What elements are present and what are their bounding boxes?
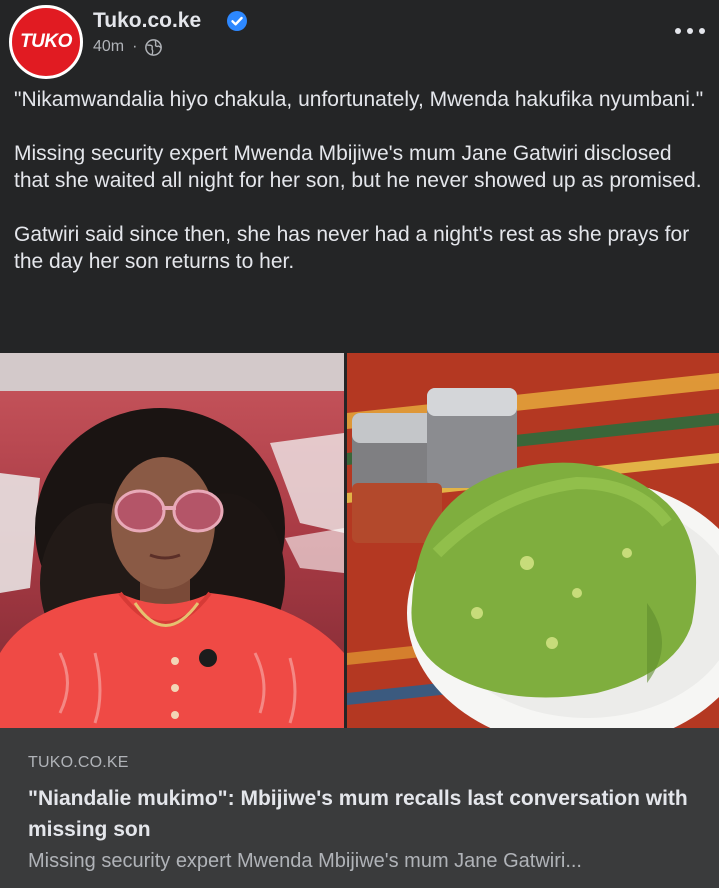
more-dot [699,28,705,34]
globe-icon[interactable] [145,38,163,56]
link-description: Missing security expert Mwenda Mbijiwe's… [28,850,582,872]
woman-portrait-image[interactable] [0,353,344,728]
post-images[interactable] [0,353,719,728]
post-timestamp[interactable]: 40m [93,38,124,56]
post-meta: 40m · [93,38,163,56]
post-paragraph: Gatwiri said since then, she has never h… [14,223,690,273]
link-preview-card[interactable]: TUKO.CO.KE "Niandalie mukimo": Mbijiwe's… [0,728,719,888]
facebook-post: TUKO Tuko.co.ke 40m · "Nikamwandalia hiy… [0,0,719,888]
more-dot [675,28,681,34]
more-dot [687,28,693,34]
link-title[interactable]: "Niandalie mukimo": Mbijiwe's mum recall… [28,783,691,845]
post-header: TUKO Tuko.co.ke 40m · [0,0,719,80]
verified-badge-icon [227,11,247,31]
woman-portrait-illustration [0,353,344,728]
post-paragraph: "Nikamwandalia hiyo chakula, unfortunate… [14,88,704,111]
link-domain: TUKO.CO.KE [28,754,129,771]
meta-separator: · [132,38,138,55]
post-text: "Nikamwandalia hiyo chakula, unfortunate… [14,86,704,275]
post-paragraph: Missing security expert Mwenda Mbijiwe's… [14,142,702,192]
page-avatar[interactable]: TUKO [9,5,83,79]
avatar-logo-text: TUKO [20,31,72,52]
mukimo-food-image[interactable] [347,353,719,728]
more-options-icon[interactable] [675,24,705,38]
page-name-link[interactable]: Tuko.co.ke [93,9,201,33]
mukimo-plate-illustration [347,353,719,728]
